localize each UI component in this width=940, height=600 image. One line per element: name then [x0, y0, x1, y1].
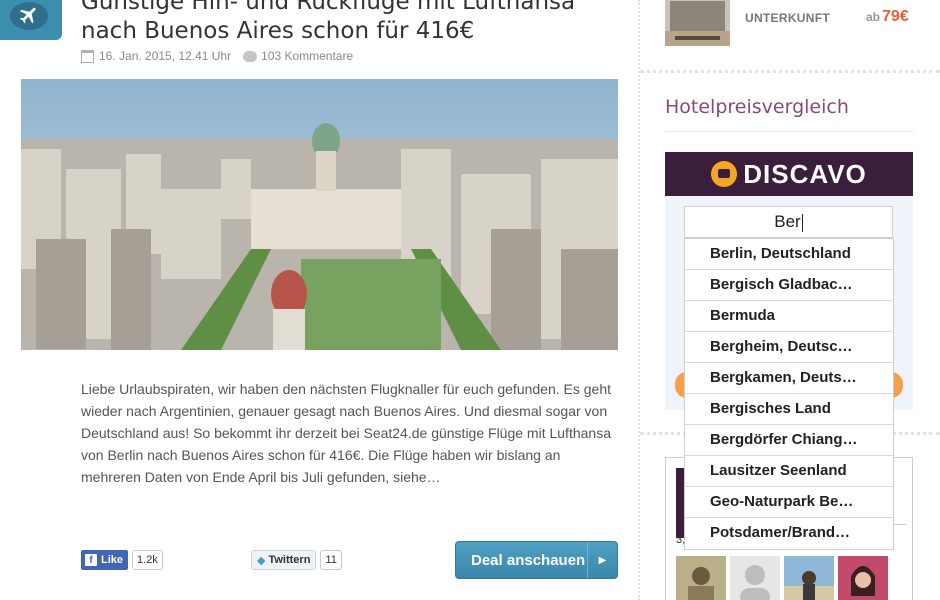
- twitter-tweet-label: Twittern: [268, 554, 311, 566]
- facebook-like-label: Like: [101, 554, 124, 566]
- facebook-like-count: 1.2k: [132, 550, 163, 570]
- suggestion-item[interactable]: Potsdamer/Brand…: [685, 518, 893, 549]
- article-excerpt: Liebe Urlaubspiraten, wir haben den näch…: [81, 381, 612, 485]
- deal-button-label: Deal anschauen: [471, 551, 586, 569]
- buenos-aires-photo: [21, 79, 618, 350]
- hotel-search-value: Ber: [774, 212, 801, 231]
- airplane-icon: [19, 7, 36, 24]
- calendar-icon: [81, 49, 94, 63]
- article-column: Günstige Hin- und Rückflüge mit Lufthans…: [0, 0, 638, 600]
- article-meta: 16. Jan. 2015, 12.41 Uhr 103 Kommentare: [81, 49, 353, 63]
- suggestion-item[interactable]: Bergisches Land: [685, 394, 893, 425]
- article-date: 16. Jan. 2015, 12.41 Uhr: [99, 49, 232, 63]
- price-value: 79€: [882, 8, 909, 25]
- deal-button[interactable]: Deal anschauen ▶: [455, 541, 618, 579]
- discavo-brand: DISCAVO: [743, 158, 867, 189]
- facebook-like-button[interactable]: f Like: [81, 550, 129, 570]
- search-suggestions: Berlin, Deutschland Bergisch Gladbac… Be…: [684, 238, 894, 550]
- suggestion-item[interactable]: Lausitzer Seenland: [685, 456, 893, 487]
- accommodation-label: UNTERKUNFT: [745, 11, 830, 25]
- discavo-logo: DISCAVO: [665, 152, 913, 196]
- comment-bubble-icon: [243, 50, 258, 62]
- section-title-underline: [665, 131, 913, 132]
- twitter-bird-icon: ◆: [257, 554, 266, 567]
- chevron-right-icon: ▶: [587, 542, 617, 578]
- comments-link[interactable]: 103 Kommentare: [261, 49, 353, 63]
- facebook-share: f Like 1.2k: [81, 550, 163, 570]
- suggestion-item[interactable]: Geo-Naturpark Be…: [685, 487, 893, 518]
- avatar[interactable]: [784, 556, 834, 600]
- article-hero-image[interactable]: [21, 79, 618, 350]
- twitter-share: ◆ Twittern 11: [251, 550, 342, 570]
- suitcase-search-icon: [711, 161, 738, 187]
- suggestion-item[interactable]: Bergisch Gladbac…: [685, 270, 893, 301]
- accommodation-price[interactable]: ab 79€: [866, 8, 909, 26]
- sidebar-divider: [640, 70, 940, 73]
- accommodation-thumbnail[interactable]: [665, 0, 730, 46]
- suggestion-item[interactable]: Bergheim, Deutsc…: [685, 332, 893, 363]
- avatar[interactable]: [676, 556, 726, 600]
- price-prefix: ab: [866, 10, 881, 24]
- suggestion-item[interactable]: Bergkamen, Deuts…: [685, 363, 893, 394]
- fan-box-thumb: [676, 468, 684, 538]
- hotel-search-input[interactable]: Ber: [684, 206, 893, 238]
- suggestion-item[interactable]: Bergdörfer Chiang…: [685, 425, 893, 456]
- category-badge[interactable]: [0, 0, 62, 40]
- suggestion-item[interactable]: Berlin, Deutschland: [685, 239, 893, 270]
- suggestion-item[interactable]: Bermuda: [685, 301, 893, 332]
- article-title[interactable]: Günstige Hin- und Rückflüge mit Lufthans…: [81, 0, 631, 46]
- section-title: Hotelpreisvergleich: [665, 96, 849, 118]
- twitter-tweet-count: 11: [320, 550, 342, 570]
- avatar[interactable]: [730, 556, 780, 600]
- facebook-icon: f: [85, 554, 97, 566]
- avatar[interactable]: [838, 556, 888, 600]
- text-caret: [801, 213, 803, 232]
- twitter-tweet-button[interactable]: ◆ Twittern: [251, 550, 317, 570]
- fan-avatars: [676, 556, 892, 600]
